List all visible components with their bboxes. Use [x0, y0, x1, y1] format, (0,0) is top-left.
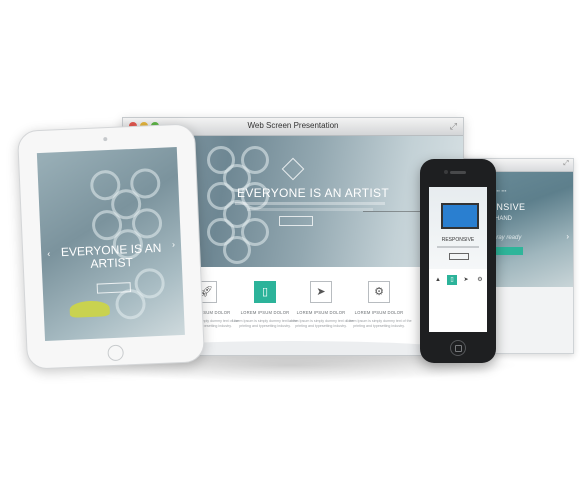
feature-label: LOREM IPSUM DOLOR [354, 310, 404, 315]
phone-heading: RESPONSIVE [441, 237, 475, 243]
site-logo [281, 157, 305, 181]
hero-button[interactable] [279, 216, 313, 226]
decor-circle [241, 218, 269, 246]
home-button[interactable] [107, 344, 124, 362]
devices-image [441, 203, 479, 229]
speaker-grille [450, 171, 466, 174]
paper-plane-icon[interactable]: ➤ [461, 275, 471, 285]
mobile-icon[interactable]: ▯ [447, 275, 457, 285]
paper-plane-icon[interactable]: ➤ [310, 281, 332, 303]
phone-hero-button[interactable] [449, 253, 469, 260]
phone-screen: RESPONSIVE ▲ ▯ ➤ ⚙ [429, 187, 487, 332]
camera-icon [444, 170, 448, 174]
camera-icon [103, 137, 108, 142]
phone-device: RESPONSIVE ▲ ▯ ➤ ⚙ [420, 159, 496, 363]
hero-heading: EVERYONE IS AN ARTIST [237, 186, 389, 200]
gear-icon[interactable]: ⚙ [368, 281, 390, 303]
tablet-hero-heading: EVERYONE IS AN ARTIST [60, 240, 162, 271]
mobile-icon[interactable]: ▯ [254, 281, 276, 303]
decor-circle [241, 146, 269, 174]
phone-subtext [437, 246, 479, 248]
tablet-screen: ‹ › EVERYONE IS AN ARTIST [36, 147, 185, 341]
chevron-right-icon[interactable]: › [566, 232, 569, 241]
phone-features: ▲ ▯ ➤ ⚙ [431, 275, 485, 305]
expand-icon[interactable]: ⤢ [563, 160, 569, 168]
rocket-icon[interactable]: ▲ [433, 275, 443, 285]
feature-item: ⚙ LOREM IPSUM DOLOR Lorem Ipsum is simpl… [341, 281, 417, 329]
tablet-hero-button[interactable] [96, 282, 132, 294]
hero-subtext [247, 208, 373, 211]
feature-text: Lorem Ipsum is simply dummy text of the … [346, 319, 412, 328]
tablet-device: ‹ › EVERYONE IS AN ARTIST [16, 123, 206, 370]
home-button[interactable] [450, 340, 466, 356]
chevron-right-icon[interactable]: › [172, 239, 175, 249]
chair-image [69, 300, 111, 318]
chevron-left-icon[interactable]: ‹ [47, 249, 50, 259]
decor-circle [114, 288, 147, 320]
phone-hero: RESPONSIVE [429, 187, 487, 269]
decor-circle [129, 167, 161, 200]
hero-subtext [235, 202, 385, 205]
expand-icon[interactable]: ⤢ [450, 121, 457, 132]
gear-icon[interactable]: ⚙ [475, 275, 485, 285]
